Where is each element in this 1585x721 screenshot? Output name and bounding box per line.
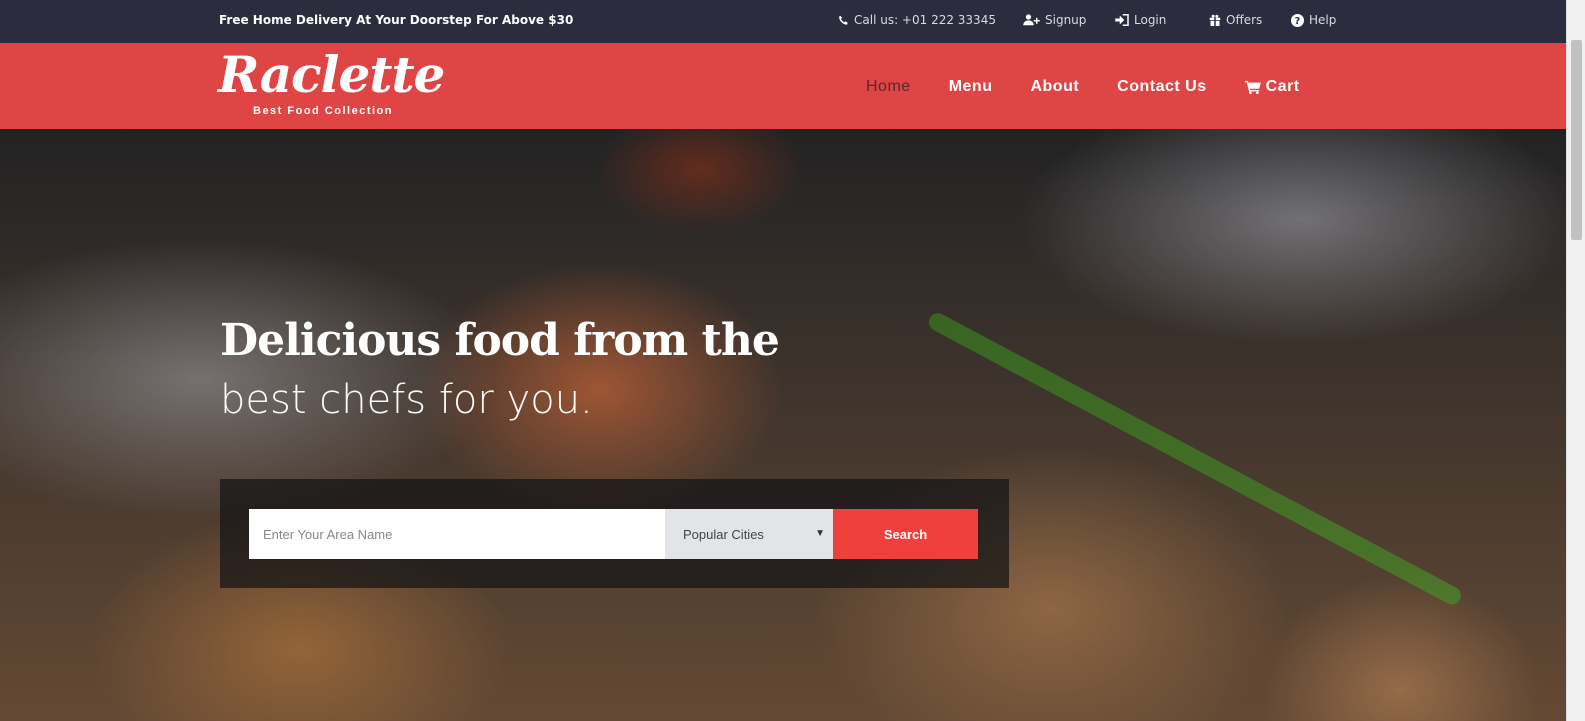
main-header: Raclette Best Food Collection Home Menu … — [0, 43, 1566, 129]
hero-headline: Delicious food from the best chefs for y… — [220, 315, 780, 427]
svg-text:?: ? — [1295, 16, 1301, 27]
login-link[interactable]: Login — [1115, 13, 1209, 27]
top-links: Call us: +01 222 33345 Signup Login Offe… — [838, 13, 1336, 27]
page-scrollbar[interactable] — [1566, 0, 1585, 721]
help-text: Help — [1309, 13, 1337, 27]
nav-cart-label: Cart — [1265, 78, 1300, 95]
brand-logo[interactable]: Raclette Best Food Collection — [218, 45, 445, 118]
gift-icon — [1209, 14, 1221, 26]
city-select-value: Popular Cities — [683, 526, 764, 542]
user-plus-icon — [1023, 14, 1040, 26]
nav-contact-us[interactable]: Contact Us — [1117, 78, 1206, 96]
main-nav: Home Menu About Contact Us Cart — [866, 78, 1338, 96]
hero-subtitle: best chefs for you. — [220, 377, 593, 423]
nav-about[interactable]: About — [1030, 78, 1079, 96]
caret-down-icon: ▼ — [815, 528, 825, 539]
call-us-link[interactable]: Call us: +01 222 33345 — [838, 13, 1023, 27]
question-circle-icon: ? — [1291, 13, 1304, 27]
brand-tagline: Best Food Collection — [253, 105, 393, 117]
hero-title: Delicious food from the — [220, 315, 780, 366]
offers-text: Offers — [1226, 13, 1263, 27]
nav-cart[interactable]: Cart — [1244, 78, 1300, 96]
area-search-panel: Popular Cities ▼ Search — [220, 479, 1009, 588]
area-name-input[interactable] — [249, 509, 665, 559]
call-us-text: Call us: +01 222 33345 — [854, 13, 996, 27]
nav-home[interactable]: Home — [866, 78, 911, 96]
signup-text: Signup — [1045, 13, 1087, 27]
hero-section: Delicious food from the best chefs for y… — [0, 129, 1566, 721]
nav-menu[interactable]: Menu — [949, 78, 993, 96]
popular-cities-select[interactable]: Popular Cities ▼ — [665, 509, 833, 559]
search-button[interactable]: Search — [833, 509, 978, 559]
sign-in-icon — [1115, 14, 1129, 26]
cart-icon — [1244, 80, 1261, 94]
phone-icon — [839, 15, 848, 25]
help-link[interactable]: ? Help — [1291, 13, 1336, 27]
delivery-promo-text: Free Home Delivery At Your Doorstep For … — [219, 13, 574, 27]
login-text: Login — [1134, 13, 1167, 27]
brand-name: Raclette — [218, 45, 445, 104]
signup-link[interactable]: Signup — [1023, 13, 1115, 27]
scrollbar-thumb[interactable] — [1571, 40, 1582, 240]
offers-link[interactable]: Offers — [1209, 13, 1291, 27]
top-bar: Free Home Delivery At Your Doorstep For … — [0, 0, 1566, 43]
